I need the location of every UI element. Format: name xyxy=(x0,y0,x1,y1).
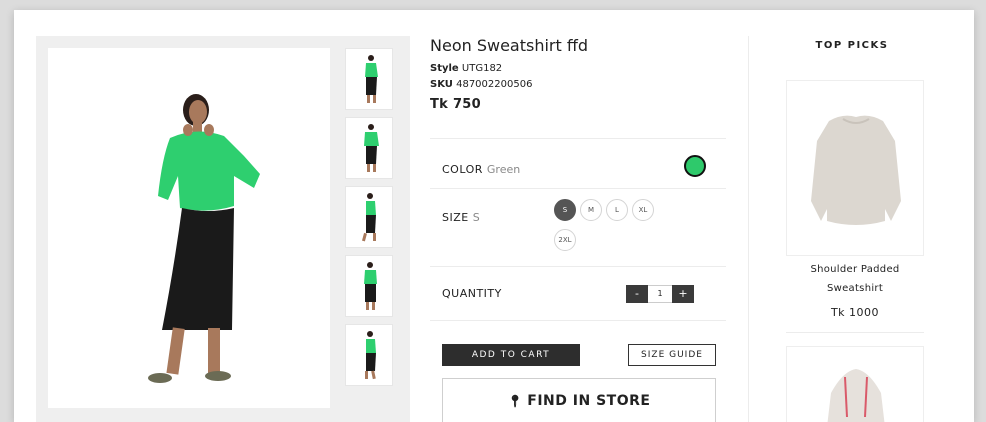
find-in-store-button[interactable]: 📍︎ FIND IN STORE xyxy=(442,378,716,422)
sweatshirt-image xyxy=(811,115,901,225)
size-selector: S M L XL 2XL xyxy=(554,197,674,257)
size-option-2xl[interactable]: 2XL xyxy=(554,229,576,251)
product-meta: Style UTG182 SKU 487002200506 xyxy=(430,61,730,93)
style-label: Style xyxy=(430,63,459,74)
color-swatch-green[interactable] xyxy=(684,155,706,177)
size-option-xl[interactable]: XL xyxy=(632,199,654,221)
product-title: Neon Sweatshirt ffd xyxy=(430,36,589,55)
thumbnail-3[interactable] xyxy=(345,186,393,248)
model-figure-image xyxy=(148,94,260,383)
color-value: Green xyxy=(486,163,521,176)
product-details: Neon Sweatshirt ffd Style UTG182 SKU 487… xyxy=(430,36,730,112)
sku-label: SKU xyxy=(430,79,453,90)
style-row: Style UTG182 xyxy=(430,61,730,77)
top-pick-name-line1: Shoulder Padded xyxy=(810,264,900,275)
size-label-text: SIZE xyxy=(442,211,469,224)
find-in-store-label-wrap: 📍︎ FIND IN STORE xyxy=(443,393,715,409)
thumbnail-5[interactable] xyxy=(345,324,393,386)
color-label: COLOR Green xyxy=(442,163,520,176)
size-guide-button[interactable]: SIZE GUIDE xyxy=(628,344,716,366)
top-pick-separator xyxy=(786,332,924,333)
top-pick-image-2[interactable] xyxy=(786,346,924,422)
product-price: Tk 750 xyxy=(430,97,481,112)
quantity-bottom-border xyxy=(430,320,726,321)
quantity-stepper: - 1 + xyxy=(626,285,694,303)
top-pick-image-1[interactable] xyxy=(786,80,924,256)
hoodie-image xyxy=(827,369,885,422)
size-label: SIZE S xyxy=(442,211,480,224)
top-pick-name-line2: Sweatshirt xyxy=(826,283,884,294)
size-option-s[interactable]: S xyxy=(554,199,576,221)
top-picks-title: TOP PICKS xyxy=(815,40,889,51)
color-label-text: COLOR xyxy=(442,163,483,176)
thumbnail-2[interactable] xyxy=(345,117,393,179)
image-gallery xyxy=(36,36,410,422)
add-to-cart-button[interactable]: ADD TO CART xyxy=(442,344,580,366)
quantity-input[interactable]: 1 xyxy=(648,285,672,303)
main-product-image[interactable] xyxy=(48,48,330,408)
top-pick-price-1: Tk 1000 xyxy=(830,306,880,319)
top-pick-name-1[interactable]: Shoulder Padded Sweatshirt xyxy=(786,260,924,298)
size-option-row: SIZE S S M L XL2XL xyxy=(430,188,726,258)
column-divider xyxy=(748,36,749,422)
size-value: S xyxy=(472,211,480,224)
find-in-store-label: FIND IN STORE xyxy=(527,393,651,409)
thumbnail-4[interactable] xyxy=(345,255,393,317)
quantity-increment-button[interactable]: + xyxy=(672,285,694,303)
sku-row: SKU 487002200506 xyxy=(430,77,730,93)
color-option-row: COLOR Green xyxy=(430,138,726,188)
quantity-label: QUANTITY xyxy=(442,287,502,300)
quantity-option-row: QUANTITY - 1 + xyxy=(430,266,726,320)
thumbnail-1[interactable] xyxy=(345,48,393,110)
thumbnail-strip xyxy=(345,48,395,393)
quantity-decrement-button[interactable]: - xyxy=(626,285,648,303)
sku-value: 487002200506 xyxy=(456,79,533,90)
product-page: Neon Sweatshirt ffd Style UTG182 SKU 487… xyxy=(14,10,974,422)
map-pin-icon: 📍︎ xyxy=(507,394,524,408)
size-option-m[interactable]: M xyxy=(580,199,602,221)
size-option-l[interactable]: L xyxy=(606,199,628,221)
style-value: UTG182 xyxy=(461,63,503,74)
